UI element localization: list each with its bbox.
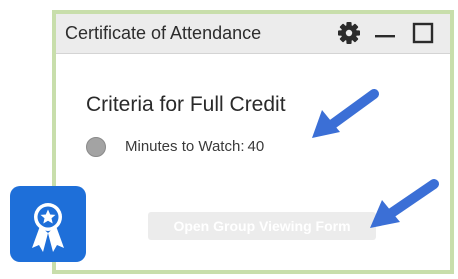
award-ribbon-icon <box>32 203 64 252</box>
minimize-button[interactable] <box>372 20 398 46</box>
pointer-arrow-icon <box>308 86 384 144</box>
minutes-criterion: Minutes to Watch: 40 <box>125 138 264 155</box>
minimize-icon <box>375 35 395 38</box>
settings-button[interactable] <box>336 20 362 46</box>
status-indicator <box>86 137 106 157</box>
gear-icon <box>338 22 360 44</box>
criteria-heading: Criteria for Full Credit <box>86 93 286 116</box>
open-group-viewing-button[interactable]: Open Group Viewing Form <box>148 212 376 240</box>
minutes-label: Minutes to Watch: <box>125 138 245 155</box>
title-bar: Certificate of Attendance <box>56 14 450 54</box>
maximize-icon <box>412 22 434 44</box>
maximize-button[interactable] <box>410 20 436 46</box>
pointer-arrow-icon <box>364 178 444 236</box>
window-title: Certificate of Attendance <box>65 23 262 43</box>
award-badge[interactable] <box>10 186 86 262</box>
minutes-value: 40 <box>247 138 265 155</box>
